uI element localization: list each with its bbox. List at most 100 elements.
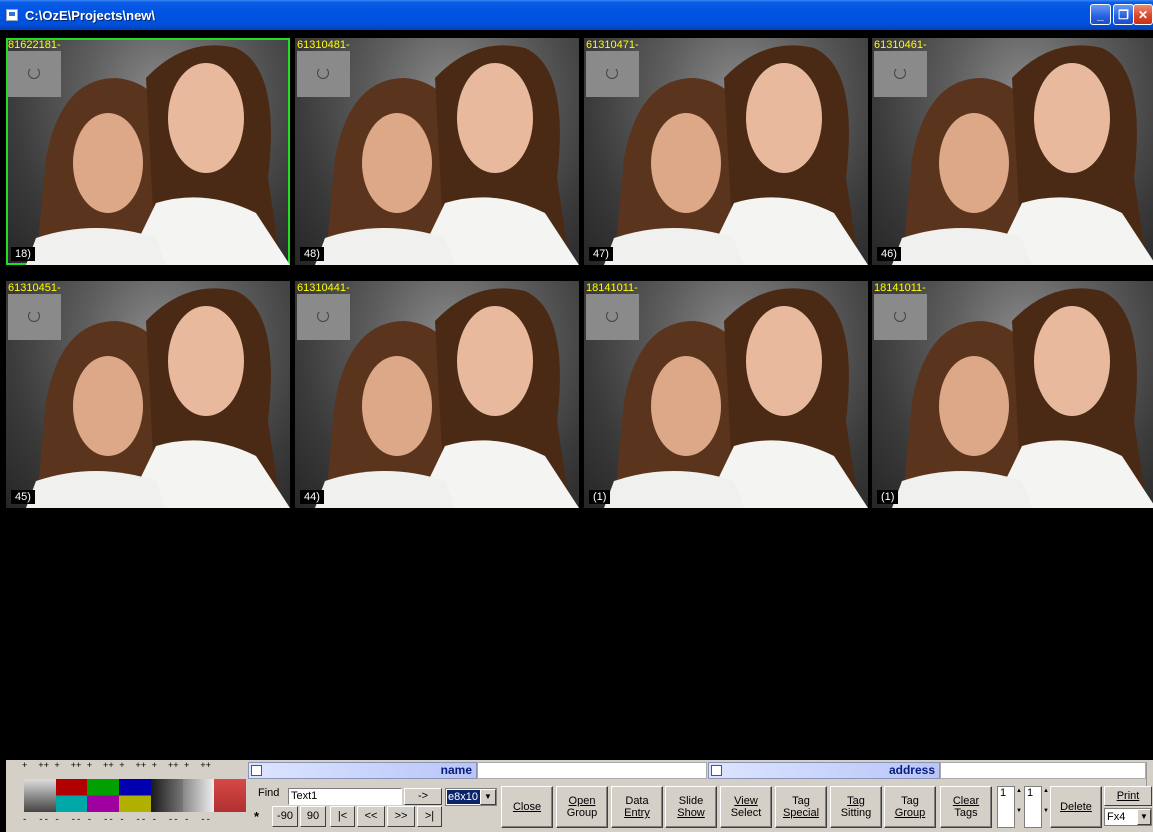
photo-count-label: 48) [300,247,324,261]
chevron-down-icon[interactable]: ▼ [1137,809,1151,825]
palette-strip[interactable] [24,779,247,812]
close-button-label: Close [512,801,542,813]
print-label: Print [1116,790,1140,802]
tag-special-label-1: Tag [792,795,810,807]
photo-count-label: 46) [877,247,901,261]
address-field-header[interactable]: address [708,762,940,779]
slide-show-button[interactable]: Slide Show [665,786,717,828]
photo-id-label: 81622181- [8,39,61,51]
minimize-icon: _ [1097,7,1104,22]
chevron-down-icon[interactable]: ▼ [480,789,496,805]
print-button[interactable]: Print [1104,786,1152,806]
palette-swatch[interactable] [119,779,151,812]
photo-thumbnail[interactable]: 18141011- (1) [584,281,868,508]
close-button[interactable]: Close [501,786,553,828]
field-scrollbar[interactable] [1146,762,1153,786]
palette-swatch[interactable] [55,779,88,812]
delete-label: Delete [1060,801,1092,813]
photo-count-label: 18) [11,247,35,261]
photo-id-label: 61310461- [874,39,927,51]
data-entry-label-2: Entry [624,807,650,819]
view-select-label-1: View [734,795,758,807]
photo-thumbnail[interactable]: 61310451- 45) [6,281,290,508]
print-size-select[interactable]: e8x10 ▼ [445,788,497,806]
find-go-button[interactable]: -> [404,788,442,805]
name-input[interactable] [477,762,707,779]
open-group-label-1: Open [568,795,596,807]
window-title: C:\OzE\Projects\new\ [25,7,156,23]
close-icon: ✕ [1137,7,1149,22]
tag-special-button[interactable]: Tag Special [775,786,827,828]
address-checkbox[interactable] [711,765,722,776]
delete-button[interactable]: Delete [1050,786,1102,828]
view-select-label-2: Select [730,807,762,819]
address-label: address [888,763,935,777]
color-swatch [586,294,639,340]
color-palette[interactable]: + ++ + ++ + ++ + ++ + ++ + ++ - -- - -- … [22,761,248,830]
next-button[interactable]: >> [387,806,415,827]
first-button[interactable]: |< [330,806,355,827]
photo-thumbnail[interactable]: 61310441- 44) [295,281,579,508]
color-swatch [297,294,350,340]
photo-count-label: 47) [589,247,613,261]
spinner-b-arrows[interactable]: ▲ ▼ [1042,786,1050,828]
photo-count-label: (1) [877,490,899,504]
star-marker[interactable]: * [254,809,259,824]
data-entry-button[interactable]: Data Entry [611,786,663,828]
previous-button[interactable]: << [357,806,385,827]
find-input[interactable]: Text1 [288,788,402,805]
palette-swatch[interactable] [87,779,120,812]
clear-tags-button[interactable]: Clear Tags [940,786,992,828]
palette-swatch[interactable] [24,779,56,812]
clear-tags-label-2: Tags [954,807,978,819]
address-input[interactable] [940,762,1146,779]
spinner-a-arrows[interactable]: ▲ ▼ [1015,786,1023,828]
minimize-button[interactable]: _ [1090,4,1111,25]
tag-group-button[interactable]: Tag Group [884,786,936,828]
print-size-value: e8x10 [447,790,480,804]
clear-tags-label-1: Clear [952,795,980,807]
spinner-b-input[interactable]: 1 [1024,786,1042,828]
app-icon[interactable] [6,9,18,21]
spinner-a-input[interactable]: 1 [997,786,1015,828]
photo-thumbnail[interactable]: 61310481- 48) [295,38,579,265]
print-format-value: Fx4 [1107,811,1126,823]
maximize-button[interactable]: ❐ [1113,4,1134,25]
photo-id-label: 61310481- [297,39,350,51]
open-group-label-2: Group [566,807,598,819]
view-select-button[interactable]: View Select [720,786,772,828]
photo-thumbnail[interactable]: 61310461- 46) [872,38,1153,265]
name-checkbox[interactable] [251,765,262,776]
color-swatch [874,51,927,97]
photo-count-label: 44) [300,490,324,504]
photo-id-label: 61310451- [8,282,61,294]
palette-plus-marks[interactable]: + ++ + ++ + ++ + ++ + ++ + ++ [22,761,248,771]
tag-sitting-label-1: Tag [847,795,865,807]
tag-sitting-button[interactable]: Tag Sitting [830,786,882,828]
name-field-header[interactable]: name [248,762,477,779]
palette-swatch[interactable] [182,779,215,812]
color-swatch [874,294,927,340]
last-button[interactable]: >| [417,806,442,827]
color-swatch [297,51,350,97]
color-swatch [8,294,61,340]
open-group-button[interactable]: Open Group [556,786,608,828]
palette-minus-marks[interactable]: - -- - -- - -- - -- - -- - -- [22,815,248,825]
slide-show-label-2: Show [677,807,705,819]
print-format-select[interactable]: Fx4 ▼ [1104,808,1152,826]
tag-special-label-2: Special [782,807,820,819]
palette-swatch[interactable] [150,779,183,812]
rotate-left-button[interactable]: -90 [272,806,298,827]
photo-id-label: 18141011- [586,282,638,294]
photo-id-label: 61310441- [297,282,350,294]
photo-thumbnail[interactable]: 18141011- (1) [872,281,1153,508]
close-window-button[interactable]: ✕ [1133,4,1153,25]
palette-swatch[interactable] [214,779,247,812]
rotate-right-button[interactable]: 90 [300,806,326,827]
photo-thumbnail[interactable]: 61310471- 47) [584,38,868,265]
photo-thumbnail[interactable]: 81622181- 18) [6,38,290,265]
find-label: Find [258,787,280,799]
photo-count-label: (1) [589,490,611,504]
color-swatch [8,51,61,97]
tag-group-label-1: Tag [901,795,919,807]
